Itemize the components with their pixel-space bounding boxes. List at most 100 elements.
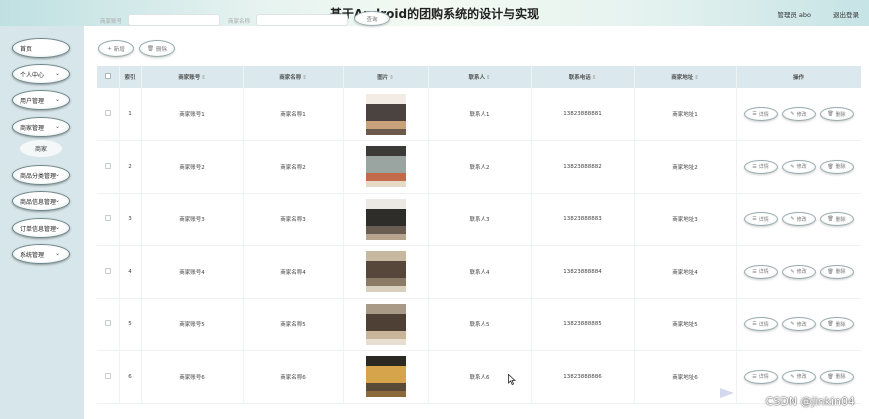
cell-image — [343, 88, 429, 141]
search-button[interactable]: 查询 — [354, 11, 390, 26]
logout-link[interactable]: 退出登录 — [833, 9, 859, 19]
row-checkbox[interactable] — [97, 140, 120, 194]
trash-icon: 🗑 — [827, 216, 834, 223]
sidebar-subitem-merchant[interactable]: 商家 — [20, 140, 62, 157]
delete-button[interactable]: 🗑 删除 — [819, 369, 854, 384]
sort-icon: ⇕ — [201, 75, 206, 81]
detail-button[interactable]: ☰ 详情 — [743, 212, 778, 227]
detail-button[interactable]: ☰ 详情 — [743, 107, 778, 121]
table-row: 3 商家账号3 商家名称3 联系人3 13823888883 商家地址3 ☰ 详情 ✎ 修改 🗑 删除 — [97, 193, 861, 246]
cell-phone: 13823888885 — [531, 298, 635, 351]
edit-button[interactable]: ✎ 修改 — [781, 107, 816, 121]
cell-phone: 13823888884 — [531, 245, 635, 299]
cell-address: 商家地址4 — [634, 245, 737, 299]
chevron-down-icon: ⌄ — [54, 197, 60, 204]
cell-index: 5 — [119, 298, 142, 351]
row-checkbox[interactable] — [97, 298, 120, 351]
column-header-name[interactable]: 商家名称⇕ — [243, 66, 344, 88]
sidebar-item-label: 商品信息管理 — [20, 198, 57, 206]
trash-icon: 🗑 — [827, 321, 834, 328]
cell-index: 3 — [119, 193, 142, 246]
watermark-text: CSDN @jinkin04 — [765, 395, 855, 408]
list-icon: ☰ — [752, 268, 757, 275]
select-all-checkbox[interactable] — [97, 66, 120, 88]
edit-button[interactable]: ✎ 修改 — [781, 212, 816, 227]
edit-button[interactable]: ✎ 修改 — [781, 159, 816, 174]
edit-button[interactable]: ✎ 修改 — [781, 264, 816, 279]
table-row: 2 商家账号2 商家名称2 联系人2 13823888882 商家地址2 ☰ 详情 ✎ 修改 🗑 删除 — [97, 140, 861, 194]
add-button[interactable]: + 新增 — [98, 40, 134, 57]
cell-phone: 13823888886 — [531, 350, 635, 404]
cell-index: 6 — [119, 350, 142, 404]
sidebar-item-label: 个人中心 — [20, 71, 45, 79]
sidebar-item-categories[interactable]: 商品分类管理 ⌄ — [12, 165, 70, 185]
edit-button[interactable]: ✎ 修改 — [781, 369, 816, 384]
delete-button[interactable]: 🗑 删除 — [819, 107, 854, 121]
cell-index: 1 — [119, 88, 142, 141]
column-header-image[interactable]: 图片⇕ — [343, 66, 429, 88]
delete-button[interactable]: 🗑 删除 — [819, 212, 854, 227]
detail-button[interactable]: ☰ 详情 — [743, 369, 778, 384]
cell-image — [343, 193, 429, 246]
table-row: 5 商家账号5 商家名称5 联系人5 13823888885 商家地址5 ☰ 详情 ✎ 修改 🗑 删除 — [97, 298, 861, 351]
row-checkbox[interactable] — [97, 88, 120, 141]
search-button-label: 查询 — [366, 16, 378, 23]
table-header-row: 索引 商家账号⇕ 商家名称⇕ 图片⇕ 联系人⇕ 联系电话⇕ 商家地址⇕ 操作 — [97, 66, 861, 88]
detail-button[interactable]: ☰ 详情 — [743, 159, 778, 174]
cell-actions: ☰ 详情 ✎ 修改 🗑 删除 — [736, 245, 861, 299]
cell-account: 商家账号1 — [141, 88, 244, 141]
cell-phone: 13823888882 — [531, 140, 635, 194]
detail-button[interactable]: ☰ 详情 — [743, 264, 778, 279]
sidebar-item-users[interactable]: 用户管理 ⌄ — [12, 90, 70, 110]
sidebar-item-orders[interactable]: 订单信息管理 ⌄ — [12, 218, 70, 238]
row-checkbox[interactable] — [97, 193, 120, 246]
delete-button[interactable]: 🗑 删除 — [819, 317, 854, 332]
sidebar-item-merchants[interactable]: 商家管理 ⌄ — [12, 117, 70, 137]
sort-icon: ⇕ — [591, 75, 597, 81]
row-checkbox[interactable] — [97, 350, 120, 404]
trash-icon: 🗑 — [827, 111, 834, 117]
cell-index: 4 — [119, 245, 142, 299]
list-icon: ☰ — [752, 373, 757, 380]
merchant-thumbnail — [365, 198, 406, 240]
column-header-address[interactable]: 商家地址⇕ — [634, 66, 737, 88]
chevron-down-icon: ⌄ — [54, 171, 60, 178]
cell-address: 商家地址2 — [634, 140, 737, 194]
merchant-table: 索引 商家账号⇕ 商家名称⇕ 图片⇕ 联系人⇕ 联系电话⇕ 商家地址⇕ 操作 1… — [97, 66, 861, 419]
edit-button[interactable]: ✎ 修改 — [781, 317, 816, 332]
column-header-account[interactable]: 商家账号⇕ — [141, 66, 244, 88]
cell-name: 商家名称3 — [243, 193, 344, 246]
column-header-contact[interactable]: 联系人⇕ — [428, 66, 532, 88]
sidebar-item-system[interactable]: 系统管理 ⌄ — [12, 244, 70, 264]
batch-delete-label: 删除 — [155, 46, 167, 53]
delete-button[interactable]: 🗑 删除 — [819, 159, 854, 174]
table-row: 4 商家账号4 商家名称4 联系人4 13823888884 商家地址4 ☰ 详情 ✎ 修改 🗑 删除 — [97, 245, 861, 299]
row-checkbox[interactable] — [97, 245, 120, 299]
search-input-name[interactable] — [256, 14, 348, 26]
trash-icon: 🗑 — [147, 45, 154, 52]
cell-name: 商家名称5 — [243, 298, 344, 351]
batch-delete-button[interactable]: 🗑 删除 — [139, 40, 175, 57]
cell-contact: 联系人1 — [428, 88, 532, 141]
sidebar-item-label: 系统管理 — [20, 251, 45, 259]
sidebar-item-products[interactable]: 商品信息管理 ⌄ — [12, 191, 70, 211]
merchant-thumbnail — [365, 356, 406, 398]
trash-icon: 🗑 — [827, 163, 834, 170]
column-header-phone[interactable]: 联系电话⇕ — [531, 66, 635, 88]
pencil-icon: ✎ — [790, 111, 795, 117]
delete-button[interactable]: 🗑 删除 — [819, 264, 854, 279]
pencil-icon: ✎ — [790, 216, 795, 223]
merchant-thumbnail — [365, 146, 406, 188]
chevron-down-icon: ⌄ — [54, 250, 60, 257]
trash-icon: 🗑 — [827, 373, 834, 380]
cell-image — [343, 245, 429, 299]
cell-actions: ☰ 详情 ✎ 修改 🗑 删除 — [736, 298, 861, 351]
sidebar-item-home[interactable]: 首页 — [12, 38, 70, 58]
pencil-icon: ✎ — [790, 268, 795, 275]
sort-icon: ⇕ — [485, 75, 491, 81]
detail-button[interactable]: ☰ 详情 — [743, 317, 778, 332]
cell-contact: 联系人3 — [428, 193, 532, 246]
sidebar-item-profile[interactable]: 个人中心 ⌄ — [12, 64, 70, 84]
search-input-account[interactable] — [128, 14, 220, 26]
cell-contact: 联系人4 — [428, 245, 532, 299]
